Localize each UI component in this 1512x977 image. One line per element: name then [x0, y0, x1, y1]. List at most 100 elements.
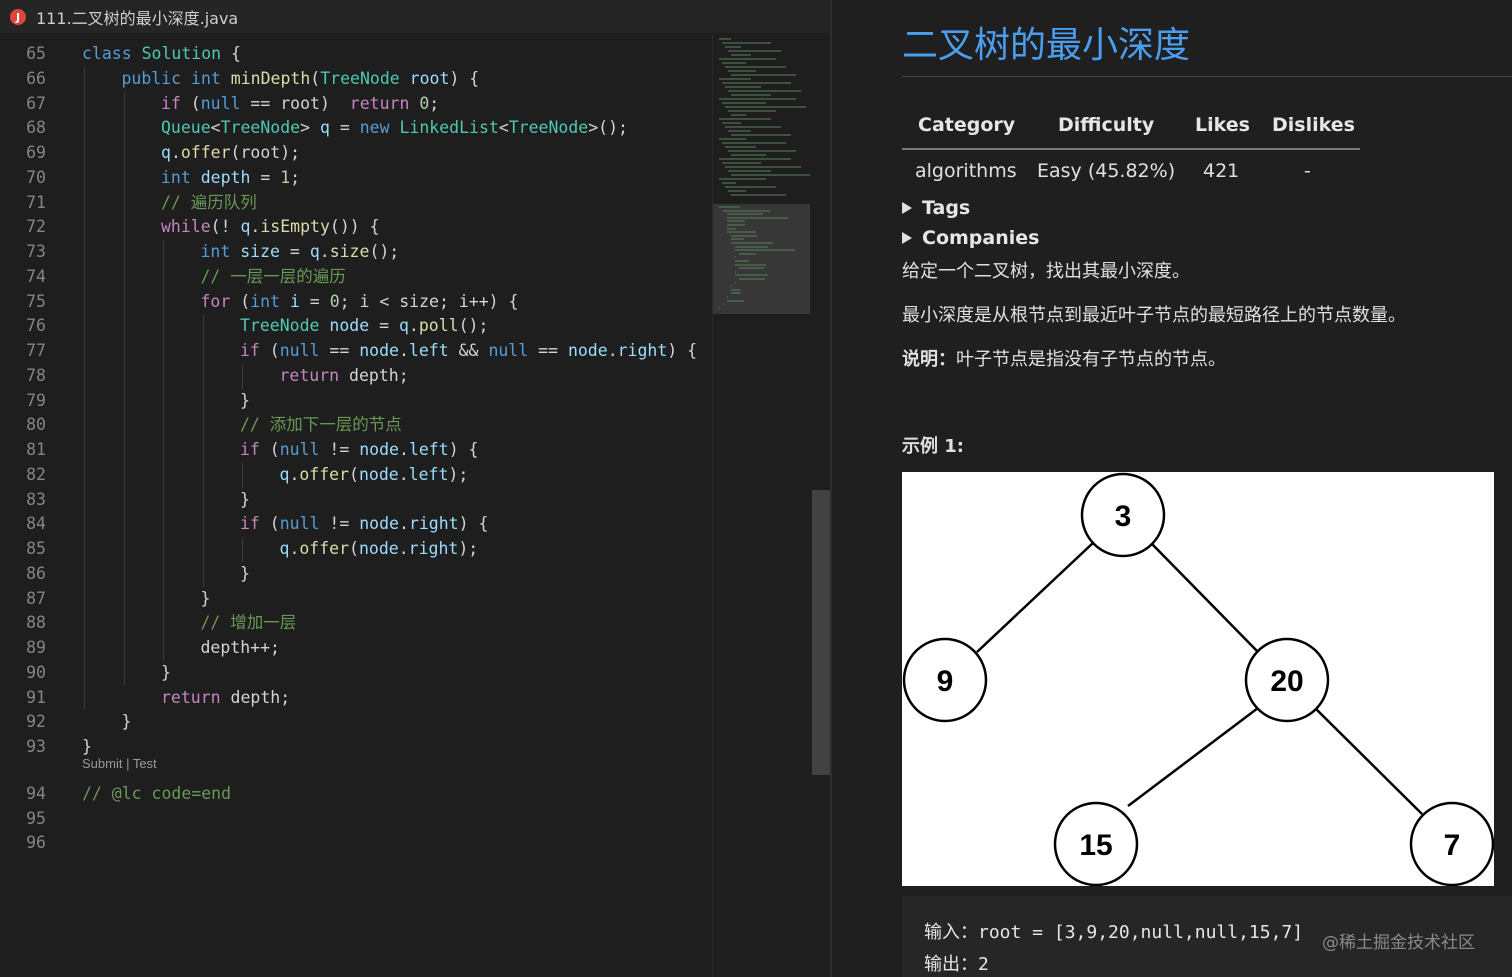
minimap-line	[735, 270, 737, 273]
code-token: int	[161, 167, 191, 187]
minimap-line	[731, 288, 741, 291]
minimap-line	[728, 150, 796, 152]
code-token: public	[121, 68, 182, 88]
code-token: null	[200, 93, 241, 113]
code-token: q	[279, 464, 290, 484]
code-line[interactable]: 73 int size = q.size();	[0, 240, 712, 264]
minimap-line	[719, 306, 721, 309]
code-line[interactable]: 83}	[0, 488, 712, 512]
code-line[interactable]: 85 q.offer(node.right);	[0, 537, 712, 561]
code-token: q	[161, 143, 171, 162]
binary-tree-diagram: 3 9 20 15 7	[902, 472, 1495, 887]
code-line[interactable]: 79}	[0, 389, 712, 413]
code-line[interactable]: 66 public int minDepth(TreeNode root) {	[0, 67, 712, 91]
code-token: left	[408, 440, 449, 459]
tags-disclosure[interactable]: Tags	[902, 197, 970, 219]
code-token: // 遍历队列	[161, 192, 257, 212]
code-line[interactable]: 96	[0, 831, 712, 855]
line-number: 87	[26, 588, 46, 608]
scrollbar-thumb[interactable]	[812, 490, 830, 775]
code-line[interactable]: 70 int depth = 1;	[0, 166, 712, 190]
code-line[interactable]: 92}	[0, 710, 712, 734]
code-token: }	[161, 662, 171, 682]
minimap-line	[728, 130, 751, 132]
code-token: offer	[180, 143, 231, 162]
problem-title: 二叉树的最小深度	[902, 25, 1191, 66]
line-number: 67	[26, 93, 46, 113]
code-line[interactable]: 80 // 添加下一层的节点	[0, 413, 712, 437]
minimap-line	[731, 74, 796, 76]
example-tree-image: 3 9 20 15 7	[902, 472, 1495, 887]
code-line[interactable]: 82 q.offer(node.left);	[0, 463, 712, 487]
code-line[interactable]: 95	[0, 807, 712, 831]
line-source: int size = q.size();	[201, 240, 400, 264]
problem-definition: 最小深度是从根节点到最近叶子节点的最短路径上的节点数量。	[902, 305, 1406, 326]
code-line[interactable]: 76 TreeNode node = q.poll();	[0, 314, 712, 338]
title-divider	[902, 76, 1512, 77]
code-token: (	[259, 514, 280, 534]
line-number: 85	[26, 539, 46, 558]
code-line[interactable]: 89 depth++;	[0, 636, 712, 660]
code-token: ;	[429, 93, 440, 113]
minimap-line	[725, 146, 756, 148]
code-line[interactable]: 94 // @lc code=end	[0, 782, 712, 806]
minimap-line	[731, 234, 757, 237]
minimap[interactable]	[712, 34, 811, 977]
code-line[interactable]: 91 return depth;	[0, 686, 712, 710]
minimap-line	[731, 292, 742, 295]
minimap-line	[719, 158, 791, 160]
line-source: }	[240, 389, 250, 413]
code-token: offer	[299, 464, 350, 484]
indent-guide	[202, 314, 204, 587]
code-line[interactable]: 69 q.offer(root);	[0, 141, 712, 165]
code-line[interactable]: 78 return depth;	[0, 364, 712, 388]
code-token: i	[289, 291, 300, 311]
code-token: == root)	[240, 93, 350, 113]
code-line[interactable]: 90}	[0, 661, 712, 685]
tree-node-label: 3	[1115, 500, 1132, 533]
minimap-line	[731, 114, 746, 116]
companies-disclosure[interactable]: Companies	[902, 227, 1039, 249]
code-token: =	[250, 167, 281, 187]
code-token: .	[408, 316, 419, 336]
code-token: // 一层一层的遍历	[200, 266, 346, 286]
minimap-line	[725, 106, 806, 108]
minimap-line	[728, 90, 801, 92]
line-source: }	[161, 661, 171, 685]
code-token: q	[240, 217, 251, 237]
code-lens-submit-test[interactable]: Submit | Test	[82, 756, 157, 771]
code-token: ()) {	[329, 217, 380, 237]
editor-tab[interactable]: J 111.二叉树的最小深度.java	[10, 5, 238, 29]
cell-category: algorithms	[915, 160, 1017, 182]
code-line[interactable]: 86}	[0, 562, 712, 586]
line-source: depth++;	[201, 636, 280, 660]
code-token: (	[180, 93, 201, 113]
code-line[interactable]: 67 if (null == root) return 0;	[0, 92, 712, 116]
code-line[interactable]: 65 class Solution {	[0, 42, 712, 66]
code-line[interactable]: 71 // 遍历队列	[0, 191, 712, 215]
line-source: public int minDepth(TreeNode root) {	[122, 67, 480, 91]
minimap-line	[722, 142, 786, 144]
disclosure-triangle-icon	[902, 202, 912, 214]
line-number: 65	[26, 44, 46, 63]
tree-edge	[1151, 543, 1259, 653]
code-token: TreeNode	[320, 68, 400, 88]
editor-tab-bar: J 111.二叉树的最小深度.java	[0, 0, 830, 34]
code-token: node	[329, 316, 370, 336]
code-line[interactable]: 77 if (null == node.left && null == node.…	[0, 339, 712, 363]
code-token: (	[349, 464, 359, 484]
code-token: !=	[319, 514, 360, 534]
code-line[interactable]: 68 Queue<TreeNode> q = new LinkedList<Tre…	[0, 116, 712, 140]
code-line[interactable]: 81 if (null != node.left) {	[0, 438, 712, 462]
line-number: 84	[26, 514, 46, 534]
line-source: return depth;	[161, 686, 290, 710]
code-line[interactable]: 74 // 一层一层的遍历	[0, 265, 712, 289]
minimap-line	[725, 66, 786, 68]
code-editor[interactable]: J 111.二叉树的最小深度.java 65 class Solution {66…	[0, 0, 830, 977]
code-line[interactable]: 88 // 增加一层	[0, 611, 712, 635]
code-line[interactable]: 87}	[0, 587, 712, 611]
code-line[interactable]: 84 if (null != node.right) {	[0, 512, 712, 536]
code-line[interactable]: 72 while(! q.isEmpty()) {	[0, 215, 712, 239]
code-line[interactable]: 75 for (int i = 0; i < size; i++) {	[0, 290, 712, 314]
